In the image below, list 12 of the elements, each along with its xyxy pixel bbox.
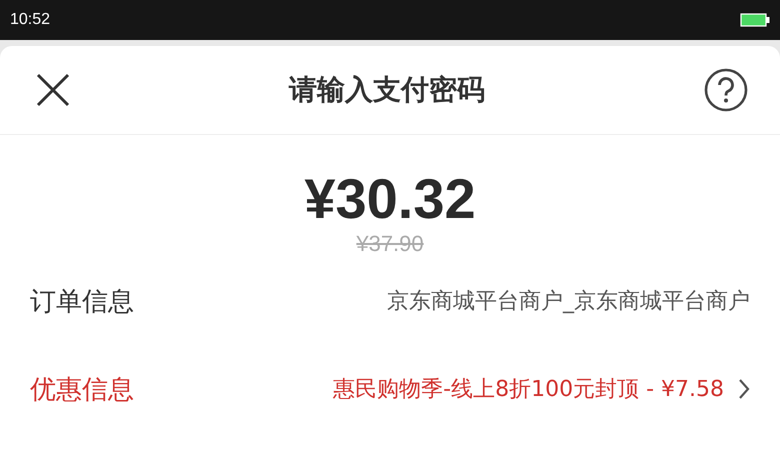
help-icon[interactable] bbox=[704, 68, 748, 112]
payment-amount: ¥30.32 bbox=[304, 167, 476, 231]
order-info: 京东商城平台商户_京东商城平台商户 bbox=[387, 288, 750, 316]
battery-icon bbox=[740, 13, 770, 27]
row-label: 订单信息 bbox=[30, 286, 134, 318]
close-icon[interactable] bbox=[36, 73, 70, 107]
status-time: 10:52 bbox=[10, 11, 50, 29]
original-price: ¥37.90 bbox=[356, 231, 424, 257]
chevron-right-icon[interactable] bbox=[738, 378, 750, 400]
discount-info[interactable]: 惠民购物季-线上8折100元封顶 - ¥7.58 bbox=[333, 374, 724, 404]
row-label: 优惠信息 bbox=[30, 374, 134, 406]
dialog-title: 请输入支付密码 bbox=[289, 72, 485, 108]
